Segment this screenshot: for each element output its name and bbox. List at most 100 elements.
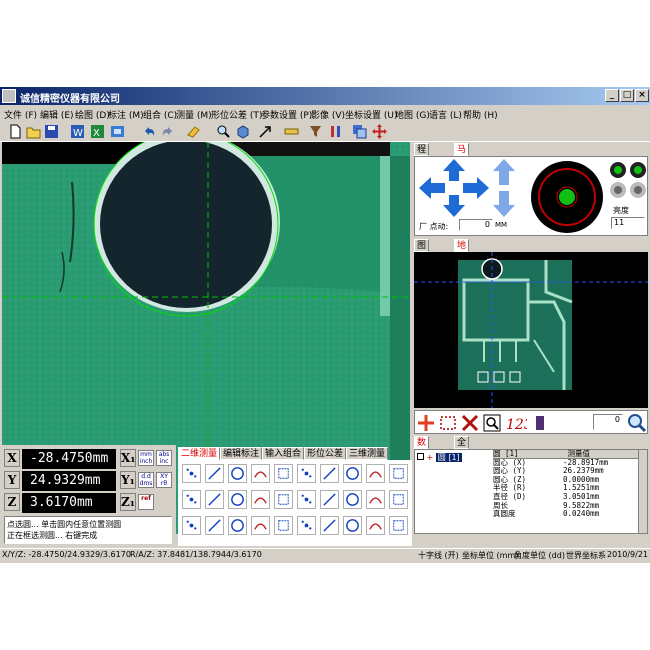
word-icon[interactable]: W bbox=[70, 124, 85, 139]
tab-tolerance[interactable]: 形位公差 bbox=[304, 447, 347, 460]
z-jog-arrows[interactable] bbox=[491, 159, 517, 217]
open-folder-icon[interactable] bbox=[26, 124, 41, 139]
z-down-arrow-icon[interactable] bbox=[493, 191, 515, 217]
line-icon[interactable] bbox=[228, 464, 247, 483]
map-image[interactable] bbox=[414, 252, 648, 408]
mm-inch-button[interactable]: mm inch bbox=[138, 450, 154, 466]
xy-jog-arrows[interactable] bbox=[419, 159, 489, 217]
tab-data-window[interactable]: 数据窗口 bbox=[414, 436, 430, 484]
maximize-button[interactable]: □ bbox=[620, 89, 634, 102]
menu-coordinates[interactable]: 坐标设置 (U) bbox=[345, 108, 397, 121]
tab-graphics-window[interactable]: 图形窗口 bbox=[414, 239, 430, 287]
brightness-input[interactable]: 11 bbox=[611, 217, 645, 229]
circle-mark-icon[interactable] bbox=[366, 516, 385, 535]
magnify-icon[interactable] bbox=[483, 414, 501, 432]
tree-item-circle[interactable]: 圆 [1] bbox=[435, 453, 462, 462]
y1-button[interactable]: Y₁ bbox=[120, 471, 136, 489]
x1-button[interactable]: X₁ bbox=[120, 449, 136, 467]
menu-help[interactable]: 帮助 (H) bbox=[463, 108, 498, 121]
arrow-select-icon[interactable] bbox=[258, 124, 273, 139]
point-move-checkbox[interactable]: 厂 点动: bbox=[419, 221, 448, 232]
empty-icon[interactable] bbox=[366, 490, 385, 509]
light-coax-icon[interactable] bbox=[629, 181, 647, 199]
arc-fit-icon[interactable] bbox=[228, 490, 247, 509]
menu-edit[interactable]: 编辑 (E) bbox=[40, 108, 74, 121]
rect-icon[interactable] bbox=[297, 464, 316, 483]
dd-dms-button[interactable]: d.d dms bbox=[138, 472, 154, 488]
left-arrow-icon[interactable] bbox=[419, 177, 445, 199]
menu-draw[interactable]: 绘图 (D) bbox=[75, 108, 110, 121]
ellipse-icon[interactable] bbox=[343, 490, 362, 509]
tab-map-window[interactable]: 地图窗口 bbox=[454, 239, 470, 287]
tab-program-window[interactable]: 程序窗口 bbox=[414, 143, 430, 191]
line-fit-icon[interactable] bbox=[251, 464, 270, 483]
line-tool-icon[interactable] bbox=[274, 464, 293, 483]
menu-measure[interactable]: 测量 (M) bbox=[176, 108, 212, 121]
light-bottom-icon[interactable] bbox=[629, 161, 647, 179]
points-icon[interactable] bbox=[182, 490, 201, 509]
redo-icon[interactable] bbox=[160, 124, 175, 139]
table-row[interactable]: 真圆度 0.0240mm bbox=[493, 510, 643, 519]
tab-3d-measure[interactable]: 三维测量 bbox=[346, 447, 389, 460]
circle-dot-icon[interactable] bbox=[251, 516, 270, 535]
save-icon[interactable] bbox=[44, 124, 59, 139]
search-icon[interactable] bbox=[627, 413, 647, 433]
data-scrollbar[interactable] bbox=[638, 450, 647, 533]
box-icon[interactable] bbox=[343, 516, 362, 535]
cube-icon[interactable] bbox=[236, 124, 251, 139]
diagonal-icon[interactable] bbox=[205, 516, 224, 535]
z1-button[interactable]: Z₁ bbox=[120, 493, 136, 511]
menu-image[interactable]: 影像 (V) bbox=[311, 108, 345, 121]
tab-overview-window[interactable]: 全览窗口 bbox=[454, 436, 470, 484]
arc-dashed-icon[interactable] bbox=[320, 516, 339, 535]
feature-tree[interactable]: + 圆 [1] bbox=[417, 452, 489, 463]
move-icon[interactable] bbox=[372, 124, 387, 139]
dashed-line-icon[interactable] bbox=[251, 490, 270, 509]
xy-rtheta-button[interactable]: XY rθ bbox=[156, 472, 172, 488]
up-arrow-icon[interactable] bbox=[443, 159, 465, 181]
menu-map[interactable]: 地图 (G) bbox=[395, 108, 430, 121]
point-grid-icon[interactable] bbox=[205, 464, 224, 483]
tab-2d-measure[interactable]: 二维测量 bbox=[178, 447, 221, 460]
minimize-button[interactable]: _ bbox=[605, 89, 619, 102]
x-axis-label[interactable]: X bbox=[4, 449, 20, 467]
menu-parameters[interactable]: 参数设置 (P) bbox=[261, 108, 312, 121]
counter-field[interactable]: 0 bbox=[593, 414, 623, 430]
menu-file[interactable]: 文件 (F) bbox=[4, 108, 37, 121]
dashed-circle-icon[interactable] bbox=[297, 490, 316, 509]
circle-small-icon[interactable] bbox=[228, 516, 247, 535]
point-cloud-icon[interactable] bbox=[182, 464, 201, 483]
arc-icon[interactable] bbox=[205, 490, 224, 509]
crosshair-add-icon[interactable] bbox=[417, 414, 435, 432]
ring-light-dial[interactable] bbox=[529, 159, 605, 235]
delete-icon[interactable] bbox=[461, 414, 479, 432]
undo-icon[interactable] bbox=[142, 124, 157, 139]
ref-button[interactable]: ref bbox=[138, 494, 154, 510]
circle-icon[interactable] bbox=[320, 464, 339, 483]
tab-motor-window[interactable]: 马达窗口 bbox=[454, 143, 470, 191]
right-arrow-icon[interactable] bbox=[463, 177, 489, 199]
abs-inc-button[interactable]: abs inc bbox=[156, 450, 172, 466]
menu-combine[interactable]: 组合 (C) bbox=[143, 108, 177, 121]
z-axis-label[interactable]: Z bbox=[4, 493, 20, 511]
dashed-arc-icon[interactable] bbox=[274, 490, 293, 509]
filter-icon[interactable] bbox=[308, 124, 323, 139]
ruler-icon[interactable] bbox=[284, 124, 299, 139]
menu-language[interactable]: 语言 (L) bbox=[429, 108, 462, 121]
new-file-icon[interactable] bbox=[8, 124, 23, 139]
circle-fit-icon[interactable] bbox=[343, 464, 362, 483]
bars-icon[interactable] bbox=[328, 124, 343, 139]
star-icon[interactable] bbox=[389, 490, 408, 509]
close-button[interactable]: × bbox=[635, 89, 649, 102]
down-arrow-icon[interactable] bbox=[443, 195, 465, 217]
light-ring-icon[interactable] bbox=[609, 181, 627, 199]
point-target-icon[interactable] bbox=[389, 464, 408, 483]
circle-target-icon[interactable] bbox=[366, 464, 385, 483]
tab-edit-annotation[interactable]: 编辑标注 bbox=[220, 447, 263, 460]
window-icon[interactable] bbox=[352, 124, 367, 139]
pin-icon[interactable] bbox=[531, 414, 549, 432]
point-move-input[interactable]: 0 bbox=[459, 219, 493, 231]
eraser-icon[interactable] bbox=[186, 124, 201, 139]
tab-input-combine[interactable]: 输入组合 bbox=[262, 447, 305, 460]
zoom-icon[interactable] bbox=[216, 124, 231, 139]
